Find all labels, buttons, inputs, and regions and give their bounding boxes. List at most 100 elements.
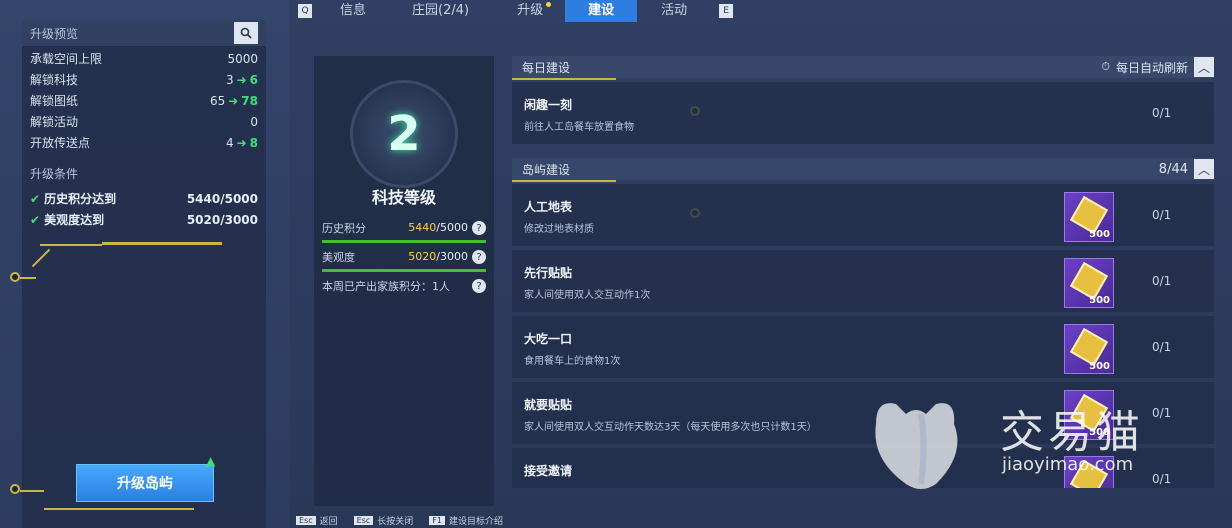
key-e-icon: E: [719, 4, 734, 18]
island-task[interactable]: 大吃一口 食用餐车上的食物1次 500 0/1: [512, 316, 1214, 378]
preview-row-label: 解锁图纸: [30, 94, 79, 108]
hint-label: 返回: [319, 517, 338, 527]
check-icon: ✔: [30, 213, 41, 227]
decor-line: [44, 508, 194, 510]
arrow-right-icon: ➜: [228, 93, 239, 108]
key-q-icon: Q: [298, 4, 312, 18]
preview-row-new-value: 6: [249, 72, 258, 87]
top-tabs: Q 信息 庄园(2/4) 升级 建设 活动 E: [290, 0, 1232, 22]
tab-manor[interactable]: 庄园(2/4): [386, 0, 495, 22]
tab-upgrade[interactable]: 升级: [495, 0, 565, 22]
island-task[interactable]: 先行贴贴 家人间使用双人交互动作1次 500 0/1: [512, 250, 1214, 312]
island-task[interactable]: 人工地表 修改过地表材质 500 0/1: [512, 184, 1214, 246]
watermark: 交易猫 jiaoyimao.com: [866, 388, 1186, 498]
upgrade-conditions-title: 升级条件: [30, 167, 79, 181]
help-icon[interactable]: ?: [472, 221, 486, 236]
collapse-button[interactable]: ︿: [1194, 57, 1214, 77]
task-desc: 食用餐车上的食物1次: [524, 356, 621, 367]
collapse-button[interactable]: ︿: [1194, 159, 1214, 179]
help-icon[interactable]: ?: [472, 250, 486, 265]
task-name: 人工地表: [524, 200, 573, 214]
preview-row-value: 3: [225, 72, 234, 87]
decor-line: [512, 180, 616, 182]
tech-level-emblem: 2: [350, 80, 458, 188]
condition-row: ✔ 美观度达到 5020/3000: [22, 209, 266, 230]
beauty-bar: [322, 269, 486, 272]
decor-dot: [10, 272, 20, 282]
watermark-sub: jiaoyimao.com: [1002, 454, 1134, 475]
preview-row-value: 5000: [227, 51, 258, 66]
task-count: 0/1: [1152, 274, 1172, 288]
history-points-value: 5440: [408, 220, 437, 234]
island-progress: 8/44: [1158, 161, 1188, 177]
decor-line: [40, 244, 102, 246]
arrow-right-icon: ➜: [236, 72, 247, 87]
preview-rows: 承载空间上限 5000 解锁科技 3 ➜ 6 解锁图纸 65 ➜ 78 解锁活动 0 开…: [22, 46, 266, 155]
watermark-text: 交易猫: [1000, 407, 1144, 458]
preview-row-value: 65: [209, 93, 226, 108]
upgrade-preview-title: 升级预览: [30, 26, 79, 41]
upgrade-available-icon: ▲: [206, 454, 216, 468]
task-count: 0/1: [1152, 208, 1172, 222]
task-name: 闲趣一刻: [524, 98, 573, 112]
help-icon[interactable]: ?: [472, 279, 486, 293]
reward-item[interactable]: 500: [1064, 258, 1114, 308]
tab-activity[interactable]: 活动: [637, 0, 711, 22]
daily-task[interactable]: 闲趣一刻 前往人工岛餐车放置食物 0/1: [512, 82, 1214, 144]
task-name: 就要贴贴: [524, 398, 573, 412]
preview-row: 解锁科技 3 ➜ 6: [30, 69, 258, 90]
reward-amount: 500: [1089, 295, 1110, 306]
hint-back[interactable]: Esc 返回: [296, 514, 338, 527]
preview-row: 开放传送点 4 ➜ 8: [30, 132, 258, 153]
hint-label: 建设目标介绍: [448, 517, 503, 527]
reward-item[interactable]: 500: [1064, 192, 1114, 242]
beauty-label: 美观度: [322, 251, 355, 264]
history-points-stat: 历史积分 5440/5000?: [322, 217, 486, 239]
decor-line: [20, 490, 44, 492]
check-icon: ✔: [30, 192, 41, 206]
decor-line: [102, 242, 222, 245]
daily-build-title: 每日建设: [522, 60, 571, 75]
condition-label: 美观度达到: [44, 213, 105, 227]
tab-upgrade-label: 升级: [517, 3, 544, 18]
chevron-up-icon: ︿: [1197, 60, 1210, 75]
decor-dot: [10, 484, 20, 494]
task-count: 0/1: [1152, 106, 1172, 120]
condition-value: 5020/3000: [186, 212, 258, 227]
preview-row-new-value: 8: [249, 135, 258, 150]
beauty-stat: 美观度 5020/3000?: [322, 246, 486, 268]
task-desc: 家人间使用双人交互动作天数达3天（每天使用多次也只计数1天）: [524, 422, 817, 433]
task-desc: 家人间使用双人交互动作1次: [524, 290, 651, 301]
tech-level-title: 科技等级: [371, 188, 436, 207]
hint-label: 长按关闭: [377, 517, 414, 527]
preview-row-label: 解锁活动: [30, 115, 79, 129]
clock-icon: ⏱: [1101, 60, 1110, 73]
daily-refresh-label: 每日自动刷新: [1115, 60, 1188, 75]
hint-intro[interactable]: F1 建设目标介绍: [429, 514, 503, 527]
reward-item[interactable]: 500: [1064, 324, 1114, 374]
tab-build[interactable]: 建设: [565, 0, 638, 22]
condition-value: 5440/5000: [186, 191, 258, 206]
weekly-stat: 本周已产出家族积分：1人 ?: [322, 275, 486, 297]
weekly-label: 本周已产出家族积分：1人: [322, 280, 450, 293]
chevron-up-icon: ︿: [1197, 162, 1210, 177]
task-name: 先行贴贴: [524, 266, 573, 280]
search-button[interactable]: [234, 22, 258, 44]
daily-build-header: 每日建设 ⏱ 每日自动刷新 ︿: [512, 56, 1214, 78]
hint-key: Esc: [353, 516, 374, 525]
hint-close[interactable]: Esc 长按关闭: [353, 514, 414, 527]
condition-label: 历史积分达到: [44, 192, 117, 206]
task-name: 接受邀请: [524, 464, 573, 478]
task-count: 0/1: [1152, 340, 1172, 354]
upgrade-island-button[interactable]: 升级岛屿: [76, 464, 214, 502]
notification-dot: [546, 2, 552, 7]
key-hints: Esc 返回 Esc 长按关闭 F1 建设目标介绍: [296, 514, 503, 527]
task-desc: 前往人工岛餐车放置食物: [524, 122, 634, 133]
decor-line: [20, 277, 36, 279]
task-name: 大吃一口: [524, 332, 573, 346]
history-points-label: 历史积分: [322, 222, 366, 235]
preview-row-value: 4: [225, 135, 234, 150]
history-points-max: /5000: [436, 220, 468, 234]
tab-info[interactable]: 信息: [320, 0, 386, 22]
upgrade-preview-panel: 升级预览 承载空间上限 5000 解锁科技 3 ➜ 6 解锁图纸 65 ➜ 78 解锁活…: [22, 20, 266, 528]
